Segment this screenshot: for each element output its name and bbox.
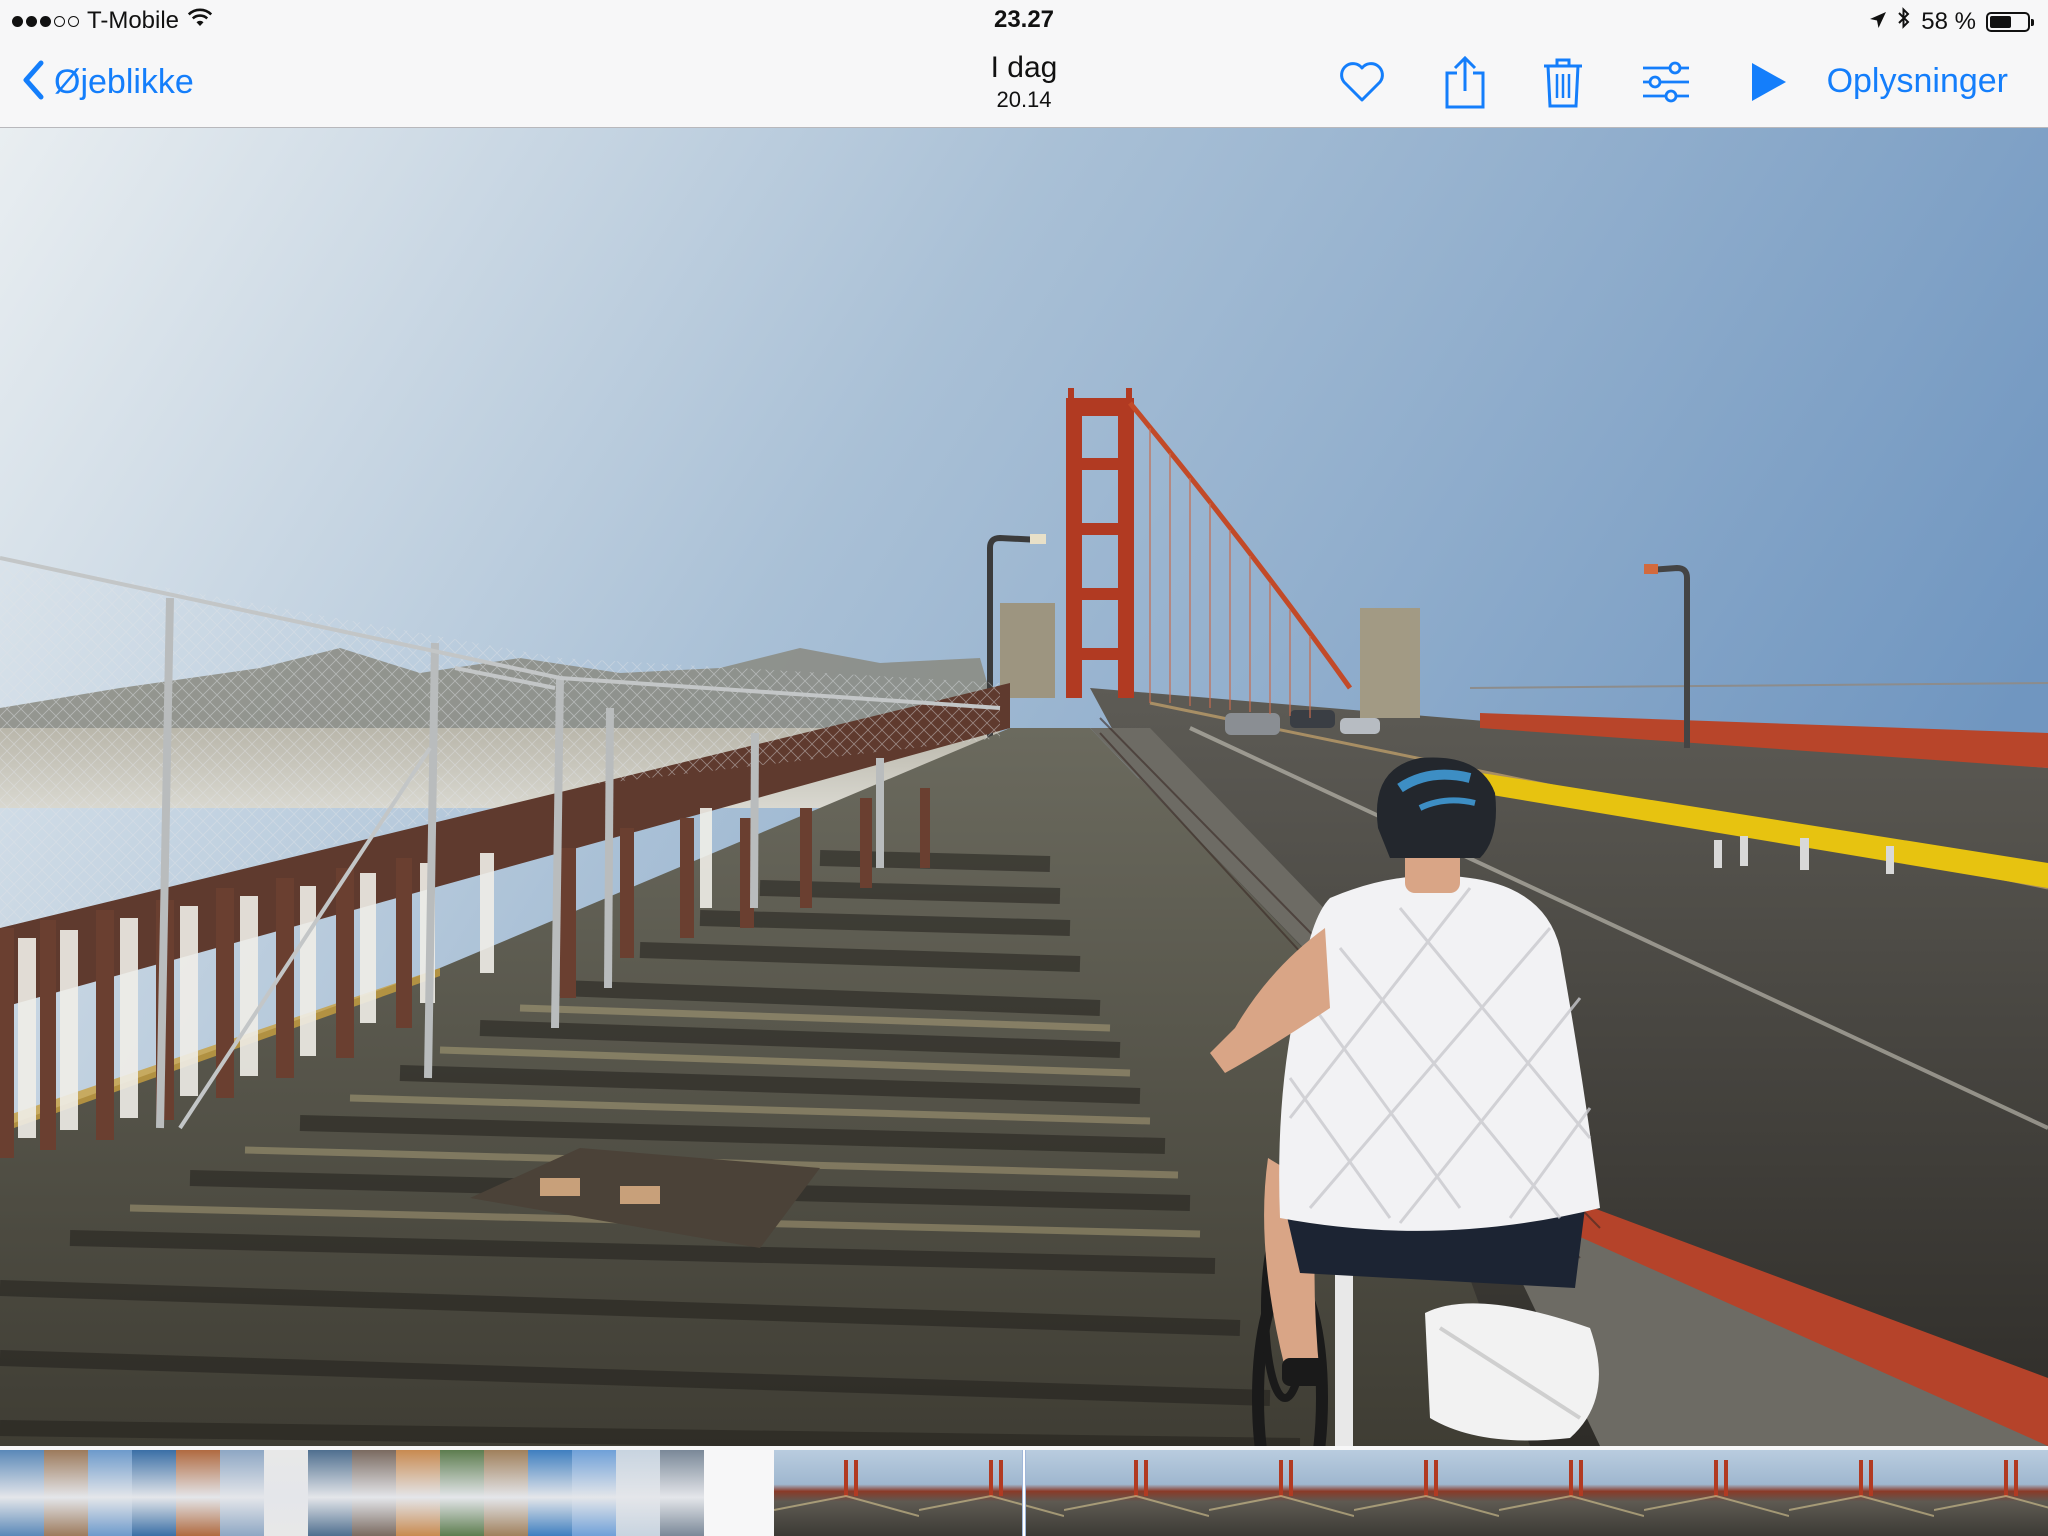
thumbnail[interactable] [1209,1450,1354,1536]
trash-icon [1542,56,1584,113]
clock: 23.27 [993,6,1055,33]
back-button[interactable]: Øjeblikke [22,60,194,105]
navigation-bar: Øjeblikke I dag 20.14 Oplysninger [0,40,2048,128]
status-right: 58 % [1869,7,2034,36]
current-thumbnail-indicator[interactable] [1022,1450,1026,1536]
thumbnail[interactable] [396,1450,440,1536]
thumbnail[interactable] [132,1450,176,1536]
info-button[interactable]: Oplysninger [1827,62,2008,101]
thumbnail[interactable] [484,1450,528,1536]
status-bar: T-Mobile 23.27 58 % [0,0,2048,40]
edit-button[interactable] [1638,56,1694,112]
photo-view[interactable] [0,128,2048,1446]
battery-percentage: 58 % [1921,7,1976,35]
thumbnail[interactable] [220,1450,264,1536]
thumbnail[interactable] [1644,1450,1789,1536]
delete-button[interactable] [1535,56,1591,112]
thumbnail[interactable] [0,1450,44,1536]
thumbnail[interactable] [1499,1450,1644,1536]
play-icon [1748,61,1788,108]
chevron-left-icon [22,60,46,105]
adjust-icon [1641,61,1691,108]
thumbnail[interactable] [176,1450,220,1536]
share-button[interactable] [1437,55,1493,114]
bluetooth-icon [1897,7,1911,36]
share-icon [1443,55,1487,114]
heart-icon [1338,60,1386,109]
thumbnail[interactable] [1064,1450,1209,1536]
thumbnail[interactable] [88,1450,132,1536]
back-button-label: Øjeblikke [54,63,194,101]
thumbnail[interactable] [616,1450,660,1536]
thumbnail[interactable] [528,1450,572,1536]
thumbnail[interactable] [308,1450,352,1536]
battery-icon [1986,11,2034,32]
thumbnail[interactable] [1354,1450,1499,1536]
thumbnail[interactable] [660,1450,704,1536]
thumbnail[interactable] [572,1450,616,1536]
thumbnail[interactable] [1789,1450,1934,1536]
photo-image [0,128,2048,1446]
thumbnail[interactable] [352,1450,396,1536]
thumbnail[interactable] [264,1450,308,1536]
thumbnail[interactable] [1934,1450,2048,1536]
favorite-button[interactable] [1334,56,1390,112]
thumbnail[interactable] [919,1450,1064,1536]
thumbnail[interactable] [44,1450,88,1536]
thumbnail[interactable] [440,1450,484,1536]
thumbnail-strip [0,1450,2048,1536]
play-button[interactable] [1740,56,1796,112]
filmstrip[interactable] [0,1446,2048,1536]
location-arrow-icon [1869,8,1887,36]
thumbnail[interactable] [774,1450,919,1536]
